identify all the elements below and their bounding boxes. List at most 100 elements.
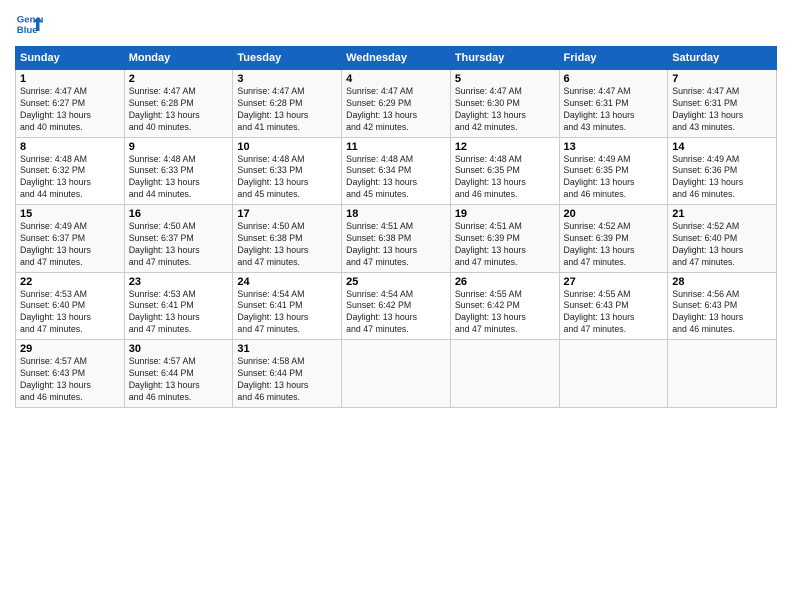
day-number-31: 31 [237, 343, 337, 355]
week-row-5: 29Sunrise: 4:57 AM Sunset: 6:43 PM Dayli… [16, 340, 777, 408]
day-info-23: Sunrise: 4:53 AM Sunset: 6:41 PM Dayligh… [129, 289, 229, 337]
day-info-12: Sunrise: 4:48 AM Sunset: 6:35 PM Dayligh… [455, 154, 555, 202]
col-header-saturday: Saturday [668, 47, 777, 70]
day-number-7: 7 [672, 73, 772, 85]
day-info-17: Sunrise: 4:50 AM Sunset: 6:38 PM Dayligh… [237, 221, 337, 269]
logo-icon: General Blue [15, 10, 43, 38]
day-info-7: Sunrise: 4:47 AM Sunset: 6:31 PM Dayligh… [672, 86, 772, 134]
day-cell-15: 15Sunrise: 4:49 AM Sunset: 6:37 PM Dayli… [16, 205, 125, 273]
day-number-19: 19 [455, 208, 555, 220]
day-info-16: Sunrise: 4:50 AM Sunset: 6:37 PM Dayligh… [129, 221, 229, 269]
day-number-14: 14 [672, 141, 772, 153]
empty-cell [668, 340, 777, 408]
day-info-30: Sunrise: 4:57 AM Sunset: 6:44 PM Dayligh… [129, 356, 229, 404]
week-row-4: 22Sunrise: 4:53 AM Sunset: 6:40 PM Dayli… [16, 272, 777, 340]
day-info-18: Sunrise: 4:51 AM Sunset: 6:38 PM Dayligh… [346, 221, 446, 269]
day-cell-5: 5Sunrise: 4:47 AM Sunset: 6:30 PM Daylig… [450, 70, 559, 138]
page-container: General Blue SundayMondayTuesdayWednesda… [0, 0, 792, 612]
day-info-14: Sunrise: 4:49 AM Sunset: 6:36 PM Dayligh… [672, 154, 772, 202]
day-info-4: Sunrise: 4:47 AM Sunset: 6:29 PM Dayligh… [346, 86, 446, 134]
day-number-1: 1 [20, 73, 120, 85]
day-info-25: Sunrise: 4:54 AM Sunset: 6:42 PM Dayligh… [346, 289, 446, 337]
day-number-16: 16 [129, 208, 229, 220]
day-cell-31: 31Sunrise: 4:58 AM Sunset: 6:44 PM Dayli… [233, 340, 342, 408]
day-number-26: 26 [455, 276, 555, 288]
empty-cell [342, 340, 451, 408]
day-cell-6: 6Sunrise: 4:47 AM Sunset: 6:31 PM Daylig… [559, 70, 668, 138]
day-cell-4: 4Sunrise: 4:47 AM Sunset: 6:29 PM Daylig… [342, 70, 451, 138]
day-info-3: Sunrise: 4:47 AM Sunset: 6:28 PM Dayligh… [237, 86, 337, 134]
day-cell-18: 18Sunrise: 4:51 AM Sunset: 6:38 PM Dayli… [342, 205, 451, 273]
day-info-5: Sunrise: 4:47 AM Sunset: 6:30 PM Dayligh… [455, 86, 555, 134]
day-cell-3: 3Sunrise: 4:47 AM Sunset: 6:28 PM Daylig… [233, 70, 342, 138]
day-number-23: 23 [129, 276, 229, 288]
day-cell-2: 2Sunrise: 4:47 AM Sunset: 6:28 PM Daylig… [124, 70, 233, 138]
day-cell-10: 10Sunrise: 4:48 AM Sunset: 6:33 PM Dayli… [233, 137, 342, 205]
day-number-2: 2 [129, 73, 229, 85]
day-info-27: Sunrise: 4:55 AM Sunset: 6:43 PM Dayligh… [564, 289, 664, 337]
week-row-2: 8Sunrise: 4:48 AM Sunset: 6:32 PM Daylig… [16, 137, 777, 205]
day-number-22: 22 [20, 276, 120, 288]
logo: General Blue [15, 10, 43, 38]
day-info-24: Sunrise: 4:54 AM Sunset: 6:41 PM Dayligh… [237, 289, 337, 337]
calendar-table: SundayMondayTuesdayWednesdayThursdayFrid… [15, 46, 777, 408]
day-number-10: 10 [237, 141, 337, 153]
day-number-9: 9 [129, 141, 229, 153]
col-header-wednesday: Wednesday [342, 47, 451, 70]
day-cell-20: 20Sunrise: 4:52 AM Sunset: 6:39 PM Dayli… [559, 205, 668, 273]
header-row: SundayMondayTuesdayWednesdayThursdayFrid… [16, 47, 777, 70]
empty-cell [559, 340, 668, 408]
day-info-19: Sunrise: 4:51 AM Sunset: 6:39 PM Dayligh… [455, 221, 555, 269]
day-cell-30: 30Sunrise: 4:57 AM Sunset: 6:44 PM Dayli… [124, 340, 233, 408]
day-info-26: Sunrise: 4:55 AM Sunset: 6:42 PM Dayligh… [455, 289, 555, 337]
day-cell-25: 25Sunrise: 4:54 AM Sunset: 6:42 PM Dayli… [342, 272, 451, 340]
col-header-friday: Friday [559, 47, 668, 70]
day-number-25: 25 [346, 276, 446, 288]
day-number-18: 18 [346, 208, 446, 220]
day-info-2: Sunrise: 4:47 AM Sunset: 6:28 PM Dayligh… [129, 86, 229, 134]
day-info-13: Sunrise: 4:49 AM Sunset: 6:35 PM Dayligh… [564, 154, 664, 202]
day-cell-7: 7Sunrise: 4:47 AM Sunset: 6:31 PM Daylig… [668, 70, 777, 138]
day-number-15: 15 [20, 208, 120, 220]
day-cell-22: 22Sunrise: 4:53 AM Sunset: 6:40 PM Dayli… [16, 272, 125, 340]
day-cell-24: 24Sunrise: 4:54 AM Sunset: 6:41 PM Dayli… [233, 272, 342, 340]
day-number-12: 12 [455, 141, 555, 153]
day-number-17: 17 [237, 208, 337, 220]
col-header-monday: Monday [124, 47, 233, 70]
day-cell-17: 17Sunrise: 4:50 AM Sunset: 6:38 PM Dayli… [233, 205, 342, 273]
day-number-30: 30 [129, 343, 229, 355]
day-cell-9: 9Sunrise: 4:48 AM Sunset: 6:33 PM Daylig… [124, 137, 233, 205]
day-info-9: Sunrise: 4:48 AM Sunset: 6:33 PM Dayligh… [129, 154, 229, 202]
empty-cell [450, 340, 559, 408]
day-cell-1: 1Sunrise: 4:47 AM Sunset: 6:27 PM Daylig… [16, 70, 125, 138]
week-row-1: 1Sunrise: 4:47 AM Sunset: 6:27 PM Daylig… [16, 70, 777, 138]
day-cell-28: 28Sunrise: 4:56 AM Sunset: 6:43 PM Dayli… [668, 272, 777, 340]
day-info-6: Sunrise: 4:47 AM Sunset: 6:31 PM Dayligh… [564, 86, 664, 134]
day-number-21: 21 [672, 208, 772, 220]
day-info-22: Sunrise: 4:53 AM Sunset: 6:40 PM Dayligh… [20, 289, 120, 337]
day-info-29: Sunrise: 4:57 AM Sunset: 6:43 PM Dayligh… [20, 356, 120, 404]
day-cell-8: 8Sunrise: 4:48 AM Sunset: 6:32 PM Daylig… [16, 137, 125, 205]
day-info-28: Sunrise: 4:56 AM Sunset: 6:43 PM Dayligh… [672, 289, 772, 337]
day-cell-26: 26Sunrise: 4:55 AM Sunset: 6:42 PM Dayli… [450, 272, 559, 340]
day-number-27: 27 [564, 276, 664, 288]
day-info-31: Sunrise: 4:58 AM Sunset: 6:44 PM Dayligh… [237, 356, 337, 404]
day-number-13: 13 [564, 141, 664, 153]
col-header-tuesday: Tuesday [233, 47, 342, 70]
day-number-24: 24 [237, 276, 337, 288]
day-cell-16: 16Sunrise: 4:50 AM Sunset: 6:37 PM Dayli… [124, 205, 233, 273]
day-cell-27: 27Sunrise: 4:55 AM Sunset: 6:43 PM Dayli… [559, 272, 668, 340]
day-cell-13: 13Sunrise: 4:49 AM Sunset: 6:35 PM Dayli… [559, 137, 668, 205]
day-number-4: 4 [346, 73, 446, 85]
day-number-3: 3 [237, 73, 337, 85]
col-header-sunday: Sunday [16, 47, 125, 70]
day-info-8: Sunrise: 4:48 AM Sunset: 6:32 PM Dayligh… [20, 154, 120, 202]
day-info-11: Sunrise: 4:48 AM Sunset: 6:34 PM Dayligh… [346, 154, 446, 202]
day-cell-29: 29Sunrise: 4:57 AM Sunset: 6:43 PM Dayli… [16, 340, 125, 408]
day-cell-19: 19Sunrise: 4:51 AM Sunset: 6:39 PM Dayli… [450, 205, 559, 273]
day-number-5: 5 [455, 73, 555, 85]
col-header-thursday: Thursday [450, 47, 559, 70]
day-cell-21: 21Sunrise: 4:52 AM Sunset: 6:40 PM Dayli… [668, 205, 777, 273]
svg-text:Blue: Blue [17, 25, 38, 36]
day-info-15: Sunrise: 4:49 AM Sunset: 6:37 PM Dayligh… [20, 221, 120, 269]
